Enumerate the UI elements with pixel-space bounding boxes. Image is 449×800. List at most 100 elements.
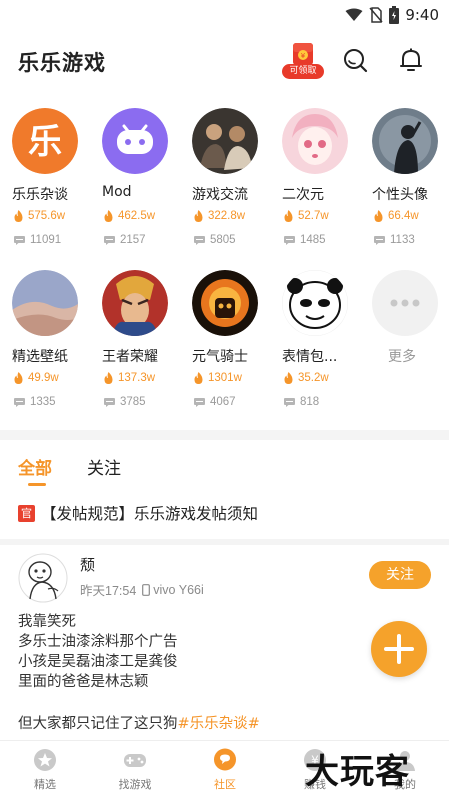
post-line: 我靠笑死 [18, 614, 76, 630]
heat-value: 52.7w [298, 210, 329, 222]
category-item[interactable]: 精选壁纸 49.9w 1335 [12, 270, 98, 418]
heat-value: 575.6w [28, 210, 66, 222]
avatar[interactable] [18, 553, 68, 603]
category-posts: 1133 [374, 234, 415, 246]
category-posts: 818 [284, 396, 319, 408]
category-avatar [192, 108, 258, 174]
category-heat: 35.2w [284, 372, 329, 384]
posts-value: 1133 [390, 234, 415, 246]
heat-value: 462.5w [118, 210, 156, 222]
heat-value: 66.4w [388, 210, 419, 222]
notice-title: 【发帖规范】乐乐游戏发帖须知 [41, 505, 259, 523]
category-avatar: 乐 [12, 108, 78, 174]
search-button[interactable] [342, 47, 368, 73]
flame-icon [374, 210, 383, 222]
category-item[interactable]: Mod 462.5w 2157 [102, 108, 188, 256]
post-tail: 但大家都只记住了这只狗#乐乐杂谈# [18, 712, 260, 733]
wifi-icon [345, 8, 363, 21]
category-avatar [12, 270, 78, 336]
category-heat: 462.5w [104, 210, 155, 222]
post-line: 里面的爸爸是林志颖 [18, 674, 149, 690]
flame-icon [284, 210, 293, 222]
nav-featured[interactable]: 精选 [10, 747, 80, 792]
gift-button[interactable]: ¥ 可领取 [282, 42, 324, 80]
category-avatar [282, 270, 348, 336]
flame-icon [284, 372, 293, 384]
pinned-notice[interactable]: 官 【发帖规范】乐乐游戏发帖须知 [18, 502, 258, 524]
app-title: 乐乐游戏 [18, 51, 106, 75]
search-icon [344, 49, 368, 73]
category-name: 乐乐杂谈 [12, 187, 68, 203]
battery-icon [389, 6, 400, 24]
category-item[interactable]: 乐乐乐杂谈 575.6w 11091 [12, 108, 98, 256]
category-heat: 66.4w [374, 210, 419, 222]
post-line: 小孩是吴磊油漆工是龚俊 [18, 654, 178, 670]
more-icon [372, 270, 438, 336]
nav-label: 找游戏 [118, 778, 152, 791]
no-sim-icon [369, 7, 383, 23]
notification-button[interactable] [398, 47, 424, 73]
svg-text:¥: ¥ [301, 52, 306, 60]
category-name: 游戏交流 [192, 187, 248, 203]
nav-find-games[interactable]: 找游戏 [100, 747, 170, 792]
svg-text:乐: 乐 [28, 122, 62, 162]
post-time: 昨天17:54 [80, 584, 137, 598]
category-item[interactable]: 游戏交流 322.8w 5805 [192, 108, 278, 256]
post-username[interactable]: 颓 [80, 554, 95, 575]
category-posts: 11091 [14, 234, 61, 246]
posts-value: 2157 [120, 234, 146, 246]
category-heat: 137.3w [104, 372, 155, 384]
category-more[interactable]: 更多 [372, 270, 449, 418]
category-name: 个性头像 [372, 187, 428, 203]
post-meta: 昨天17:54 vivo Y66i [80, 580, 204, 599]
comment-icon [284, 235, 295, 245]
tab-following[interactable]: 关注 [87, 454, 121, 479]
star-icon [34, 749, 56, 771]
category-item[interactable]: 个性头像 66.4w 1133 [372, 108, 449, 256]
post-device: vivo Y66i [153, 582, 204, 597]
posts-value: 1485 [300, 234, 326, 246]
status-time: 9:40 [405, 6, 439, 24]
tab-all[interactable]: 全部 [18, 454, 52, 479]
category-name: 元气骑士 [192, 349, 248, 365]
category-heat: 1301w [194, 372, 242, 384]
flame-icon [104, 210, 113, 222]
post-tail-text: 但大家都只记住了这只狗 [18, 716, 178, 732]
heat-value: 49.9w [28, 372, 59, 384]
category-item[interactable]: 王者荣耀 137.3w 3785 [102, 270, 188, 418]
nav-community[interactable]: 社区 [190, 747, 260, 792]
category-avatar [282, 108, 348, 174]
comment-icon [194, 397, 205, 407]
post-line: 多乐士油漆涂料那个广告 [18, 634, 178, 650]
phone-icon [142, 583, 151, 596]
comment-icon [104, 397, 115, 407]
gamepad-icon [124, 754, 146, 767]
category-posts: 4067 [194, 396, 236, 408]
post-content[interactable]: 我靠笑死 多乐士油漆涂料那个广告 小孩是吴磊油漆工是龚俊 里面的爸爸是林志颖 [18, 612, 178, 692]
more-label: 更多 [388, 349, 416, 365]
posts-value: 5805 [210, 234, 236, 246]
category-item[interactable]: 表情包... 35.2w 818 [282, 270, 368, 418]
comment-icon [374, 235, 385, 245]
category-posts: 1335 [14, 396, 56, 408]
status-bar: 9:40 [0, 0, 449, 30]
category-name: 二次元 [282, 187, 324, 203]
category-item[interactable]: 元气骑士 1301w 4067 [192, 270, 278, 418]
posts-value: 1335 [30, 396, 56, 408]
category-item[interactable]: 二次元 52.7w 1485 [282, 108, 368, 256]
nav-label: 精选 [34, 778, 56, 791]
comment-icon [14, 235, 25, 245]
category-heat: 49.9w [14, 372, 59, 384]
comment-icon [194, 235, 205, 245]
category-name: 精选壁纸 [12, 349, 68, 365]
category-avatar [102, 108, 168, 174]
notice-divider [0, 539, 449, 545]
follow-button[interactable]: 关注 [369, 561, 431, 589]
create-post-button[interactable] [371, 621, 427, 677]
category-name: 王者荣耀 [102, 349, 158, 365]
category-avatar [102, 270, 168, 336]
nav-label: 社区 [214, 778, 236, 791]
category-posts: 2157 [104, 234, 146, 246]
gift-tag: 可领取 [282, 64, 324, 79]
post-hashtag[interactable]: #乐乐杂谈# [178, 716, 260, 732]
